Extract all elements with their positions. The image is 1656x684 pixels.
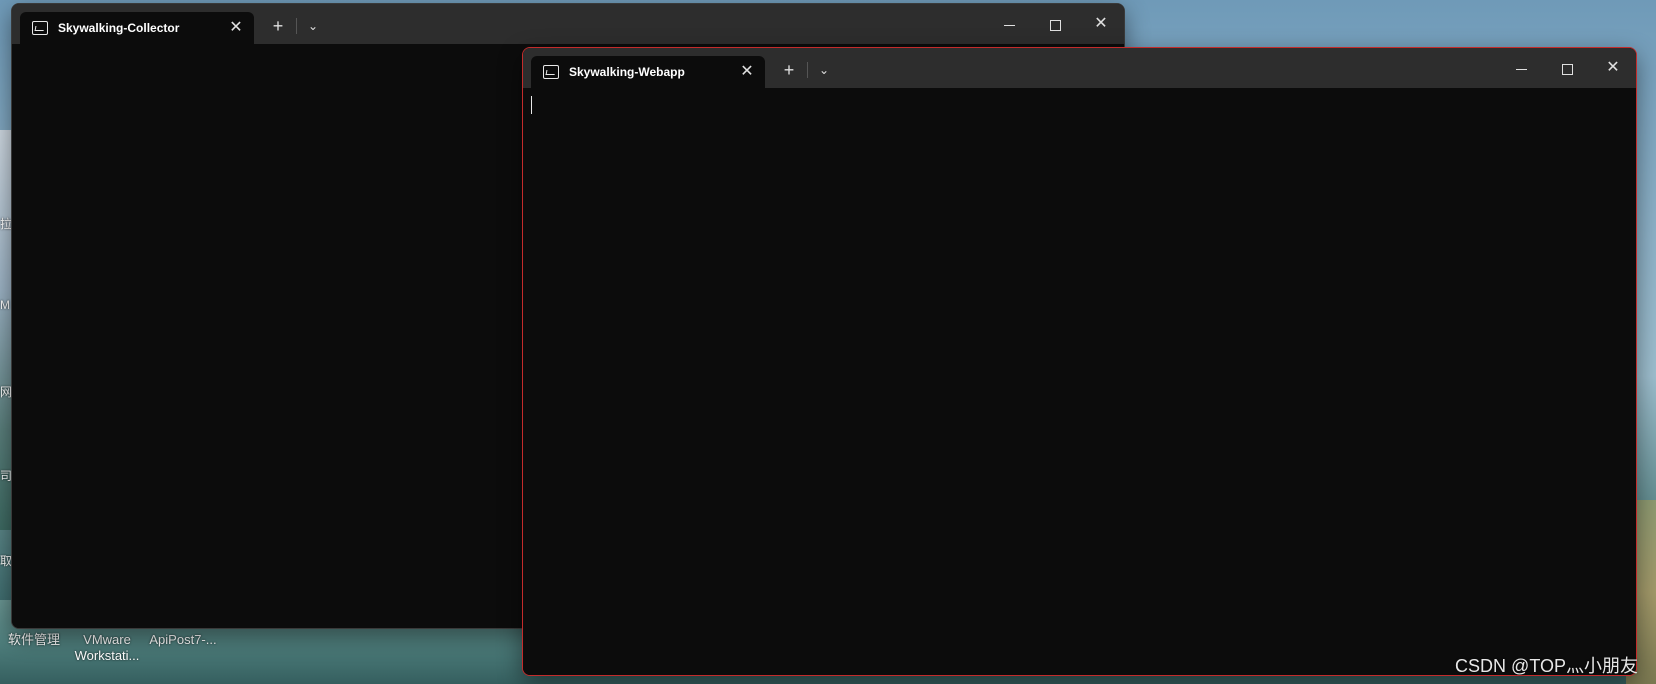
tab-close-icon[interactable]: ✕ [226,18,246,38]
titlebar[interactable]: Skywalking-Collector ✕ + ⌄ ✕ [12,4,1124,44]
minimize-icon [1515,68,1527,70]
terminal-window-webapp[interactable]: Skywalking-Webapp ✕ + ⌄ ✕ [522,47,1637,676]
terminal-icon [32,21,48,35]
tab-close-icon[interactable]: ✕ [737,62,757,82]
minimize-button[interactable] [1498,48,1544,88]
new-tab-button[interactable]: + [775,58,803,82]
chevron-down-icon[interactable]: ⌄ [813,58,835,82]
terminal-icon [543,65,559,79]
minimize-button[interactable] [986,4,1032,44]
maximize-button[interactable] [1032,4,1078,44]
maximize-button[interactable] [1544,48,1590,88]
new-tab-button[interactable]: + [264,14,292,38]
tab-title: Skywalking-Collector [58,21,180,35]
tab-title: Skywalking-Webapp [569,65,685,79]
chevron-down-icon[interactable]: ⌄ [302,14,324,38]
desktop-icon-vmware[interactable]: VMware Workstati... [72,632,142,664]
desktop-icons: 软件管理 VMware Workstati... ApiPost7-... [0,632,240,680]
divider [807,62,808,78]
titlebar[interactable]: Skywalking-Webapp ✕ + ⌄ ✕ [523,48,1636,88]
close-button[interactable]: ✕ [1590,48,1636,88]
desktop-icon-software-manager[interactable]: 软件管理 [6,632,62,648]
maximize-icon [1561,63,1573,75]
tab-webapp[interactable]: Skywalking-Webapp ✕ [531,56,765,88]
maximize-icon [1049,19,1061,31]
desktop-edge-label: M [0,298,10,312]
desktop-icon-apipost[interactable]: ApiPost7-... [148,632,218,648]
watermark: CSDN @TOP灬小朋友 [1455,656,1638,676]
divider [296,18,297,34]
text-cursor [531,96,532,114]
close-button[interactable]: ✕ [1078,4,1124,44]
tab-collector[interactable]: Skywalking-Collector ✕ [20,12,254,44]
minimize-icon [1003,24,1015,26]
terminal-output[interactable] [523,88,1636,675]
